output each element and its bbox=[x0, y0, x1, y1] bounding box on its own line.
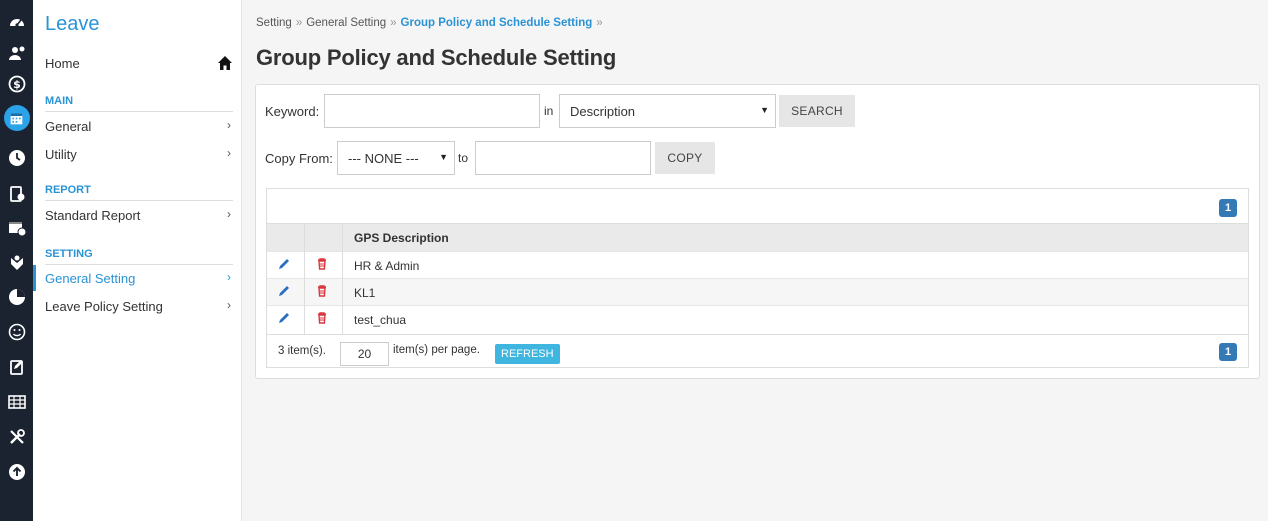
edit-icon[interactable] bbox=[277, 257, 291, 271]
sidebar-item-label: General Setting bbox=[45, 270, 136, 286]
user-settings-icon[interactable] bbox=[0, 41, 33, 65]
section-title-report: REPORT bbox=[45, 184, 233, 201]
svg-text:$: $ bbox=[13, 78, 21, 91]
per-page-label: item(s) per page. bbox=[393, 344, 480, 356]
sidebar: Leave Home MAIN General › Utility › REPO… bbox=[33, 0, 242, 521]
table-row[interactable]: KL1 bbox=[267, 278, 1248, 305]
breadcrumb-separator: » bbox=[390, 17, 397, 29]
delete-icon[interactable] bbox=[315, 284, 329, 298]
column-header-gps-description[interactable]: GPS Description bbox=[354, 231, 449, 245]
breadcrumb-separator: » bbox=[295, 17, 303, 29]
section-title-setting: SETTING bbox=[45, 248, 233, 265]
gift-icon[interactable] bbox=[0, 251, 33, 275]
results-grid: 1 GPS Description HR & Admin KL1 test_ch… bbox=[266, 188, 1249, 368]
edit-icon[interactable] bbox=[277, 311, 291, 325]
copy-to-input[interactable] bbox=[475, 141, 651, 175]
sidebar-item-leave-policy-setting[interactable]: Leave Policy Setting › bbox=[33, 293, 241, 319]
calendar-icon[interactable] bbox=[0, 105, 33, 131]
column-divider bbox=[342, 223, 343, 334]
per-page-input[interactable]: 20 bbox=[340, 342, 389, 366]
item-count: 3 item(s). bbox=[278, 345, 326, 357]
in-label: in bbox=[544, 104, 554, 118]
search-button[interactable]: SEARCH bbox=[779, 95, 855, 127]
upload-icon[interactable] bbox=[0, 460, 33, 484]
section-title-main: MAIN bbox=[45, 95, 233, 112]
sidebar-item-label: Standard Report bbox=[45, 207, 141, 223]
home-icon bbox=[218, 56, 232, 70]
sidebar-item-label: General bbox=[45, 118, 92, 134]
sidebar-item-utility[interactable]: Utility › bbox=[33, 141, 241, 167]
smile-icon[interactable] bbox=[0, 320, 33, 344]
sidebar-item-label: Utility bbox=[45, 146, 77, 162]
gps-description-cell: test_chua bbox=[354, 313, 407, 327]
keyword-label: Keyword: bbox=[265, 104, 320, 119]
chevron-right-icon: › bbox=[227, 118, 231, 132]
search-field-select[interactable]: Description ▼ bbox=[559, 94, 776, 128]
column-divider bbox=[304, 223, 305, 334]
sidebar-item-standard-report[interactable]: Standard Report › bbox=[33, 202, 241, 228]
chevron-right-icon: › bbox=[227, 146, 231, 160]
chevron-right-icon: › bbox=[227, 207, 231, 221]
sidebar-item-home[interactable]: Home bbox=[33, 50, 241, 76]
icon-bar: $ bbox=[0, 0, 33, 521]
sidebar-item-label: Leave Policy Setting bbox=[45, 298, 163, 314]
dashboard-icon[interactable] bbox=[0, 10, 33, 34]
breadcrumb-link-general-setting[interactable]: General Setting bbox=[306, 17, 386, 29]
copy-button[interactable]: COPY bbox=[655, 142, 715, 174]
delete-icon[interactable] bbox=[315, 257, 329, 271]
table-row[interactable]: test_chua bbox=[267, 305, 1248, 332]
gps-description-cell: HR & Admin bbox=[354, 259, 420, 273]
delete-icon[interactable] bbox=[315, 311, 329, 325]
sidebar-item-general-setting[interactable]: General Setting › bbox=[33, 265, 241, 291]
breadcrumb: Setting» General Setting» Group Policy and… bbox=[256, 17, 607, 29]
breadcrumb-current[interactable]: Group Policy and Schedule Setting bbox=[401, 17, 593, 29]
tools-icon[interactable] bbox=[0, 425, 33, 449]
clock-icon[interactable] bbox=[0, 146, 33, 170]
app-title: Leave bbox=[45, 13, 100, 35]
caret-down-icon: ▼ bbox=[439, 152, 448, 162]
chevron-right-icon: › bbox=[227, 270, 231, 284]
chevron-right-icon: › bbox=[227, 298, 231, 312]
sidebar-item-label: Home bbox=[45, 55, 80, 71]
grid-footer: 3 item(s). 20 item(s) per page. REFRESH … bbox=[267, 334, 1248, 368]
keyword-input[interactable] bbox=[324, 94, 540, 128]
clipboard-icon[interactable] bbox=[0, 355, 33, 379]
table-row[interactable]: HR & Admin bbox=[267, 251, 1248, 278]
select-value: --- NONE --- bbox=[348, 150, 419, 166]
refresh-button[interactable]: REFRESH bbox=[495, 344, 560, 364]
to-label: to bbox=[458, 151, 469, 165]
copy-from-label: Copy From: bbox=[265, 151, 333, 166]
breadcrumb-link-setting[interactable]: Setting bbox=[256, 17, 292, 29]
chart-icon[interactable] bbox=[0, 285, 33, 309]
caret-down-icon: ▼ bbox=[760, 105, 769, 115]
pager-page-1[interactable]: 1 bbox=[1219, 199, 1237, 217]
table-header: GPS Description bbox=[267, 223, 1248, 251]
edit-icon[interactable] bbox=[277, 284, 291, 298]
select-value: Description bbox=[570, 103, 636, 119]
dollar-icon[interactable]: $ bbox=[0, 72, 33, 96]
gps-description-cell: KL1 bbox=[354, 286, 376, 300]
page-title: Group Policy and Schedule Setting bbox=[256, 45, 617, 70]
calendar-clock-icon[interactable] bbox=[0, 216, 33, 240]
sidebar-item-general[interactable]: General › bbox=[33, 113, 241, 139]
copy-from-select[interactable]: --- NONE --- ▼ bbox=[337, 141, 455, 175]
table-icon[interactable] bbox=[0, 390, 33, 414]
document-icon[interactable] bbox=[0, 182, 33, 206]
pager-page-1[interactable]: 1 bbox=[1219, 343, 1237, 361]
breadcrumb-separator: » bbox=[596, 17, 603, 29]
